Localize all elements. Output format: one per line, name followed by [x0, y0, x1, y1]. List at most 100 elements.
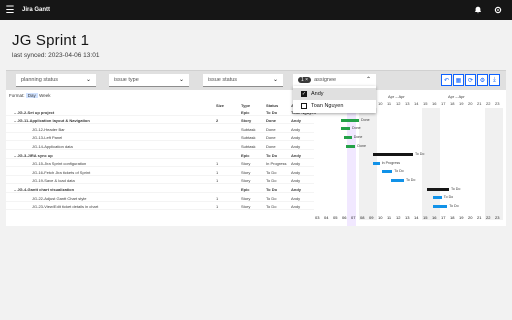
cell-status: To Do — [266, 152, 278, 158]
cell-assignee: Andy — [291, 135, 301, 141]
weekend-shade — [431, 108, 440, 220]
table-row[interactable]: JG-12-Header Bar Subtask Done Andy — [6, 125, 314, 133]
assignee-option-toan-nguyen[interactable]: Toan Nguyen — [293, 100, 376, 112]
timeline-day-label: 15 — [423, 101, 428, 106]
timeline-day-label-bottom: 10 — [378, 215, 383, 220]
table-row[interactable]: – JG-11-Application layout & Navigation 2… — [6, 117, 314, 125]
cell-name: JG-15-Jira Sprint configuration — [32, 161, 87, 167]
undo-icon[interactable]: ↶ — [441, 74, 452, 86]
issue-status-label: issue status — [208, 77, 238, 83]
cell-status: Done — [266, 126, 276, 132]
gantt-bar[interactable] — [432, 196, 442, 200]
planning-status-dropdown[interactable]: planning status ⌄ — [16, 74, 96, 87]
column-header-type[interactable]: Type — [241, 103, 250, 108]
cell-name: – JG-3-JIRA sync up — [14, 152, 53, 158]
table-row[interactable]: JG-13-Left Panel Subtask Done Andy — [6, 134, 314, 142]
timeline-month-label: Apr – Apr — [448, 94, 465, 99]
gantt-bar[interactable] — [372, 161, 380, 165]
column-header-status[interactable]: Status — [266, 103, 278, 108]
table-row[interactable]: JG-23-View/Edit ticket details in chart 1… — [6, 203, 314, 211]
table-row[interactable]: JG-16-Fetch Jira tickets of Sprint 1 Story… — [6, 168, 314, 176]
timeline-day-label-bottom: 14 — [414, 215, 419, 220]
grid-header: Size Type Status Assignee — [6, 101, 314, 108]
weekend-shade — [485, 108, 494, 220]
gantt-bar[interactable] — [343, 136, 352, 139]
sync-icon[interactable]: ⟳ — [465, 74, 476, 86]
format-day-option[interactable]: Day — [25, 93, 38, 98]
cell-size: 1 — [216, 178, 219, 184]
timeline-day-label-bottom: 16 — [432, 215, 437, 220]
table-icon[interactable]: ▦ — [453, 74, 464, 86]
gantt-bar[interactable] — [346, 144, 356, 148]
gantt-bar-label: Done — [361, 117, 370, 122]
column-header-size[interactable]: Size — [216, 103, 224, 108]
cell-assignee: Andy — [291, 195, 301, 201]
gantt-bar[interactable] — [390, 179, 404, 182]
cell-name: JG-12-Header Bar — [32, 126, 65, 132]
timeline-day-label-bottom: 09 — [369, 215, 374, 220]
timeline-day-label: 20 — [468, 101, 473, 106]
settings-icon[interactable]: ⚙ — [477, 74, 488, 86]
checkbox-checked-icon[interactable]: ✓ — [301, 91, 307, 97]
issue-status-dropdown[interactable]: issue status ⌄ — [203, 74, 283, 87]
gantt-bar-label: Done — [357, 143, 366, 148]
cell-assignee: Andy — [291, 169, 301, 175]
table-row[interactable]: JG-22-Adjust Gantt Chart style 1 Story To D… — [6, 194, 314, 202]
cell-assignee: Andy — [291, 118, 301, 124]
app-title: Jira Gantt — [22, 7, 51, 13]
hamburger-menu-icon[interactable]: ☰ — [0, 0, 20, 20]
gantt-bar[interactable] — [432, 204, 448, 208]
gantt-bar[interactable] — [341, 118, 359, 122]
cell-status: To Do — [266, 109, 278, 115]
assignee-option-andy[interactable]: ✓ Andy — [293, 88, 376, 100]
timeline-day-label-bottom: 03 — [315, 215, 320, 220]
table-row[interactable]: JG-15-Jira Sprint configuration 1 Story In … — [6, 160, 314, 168]
checkbox-unchecked-icon[interactable] — [301, 103, 307, 109]
timeline-day-label-bottom: 19 — [459, 215, 464, 220]
cell-status: To Do — [266, 178, 277, 184]
cell-assignee: Andy — [291, 126, 301, 132]
gantt-bar[interactable] — [372, 153, 413, 157]
assignee-menu: ✓ Andy Toan Nguyen — [293, 86, 376, 113]
table-row[interactable]: JG-14-Application data Subtask Done Andy — [6, 142, 314, 150]
table-row[interactable]: JG-19-Save & load data 1 Story To Do Andy — [6, 177, 314, 185]
timeline-day-label-bottom: 15 — [423, 215, 428, 220]
cell-type: Epic — [241, 109, 250, 115]
chevron-down-icon: ⌄ — [178, 77, 184, 83]
table-row[interactable]: – JG-2-Set up projectEpicTo DoToan Nguye… — [6, 108, 316, 116]
weekend-shade — [359, 108, 368, 220]
format-week-option[interactable]: Week — [39, 93, 50, 98]
notification-bell-icon[interactable] — [474, 1, 482, 19]
cell-name: JG-22-Adjust Gantt Chart style — [32, 195, 87, 201]
timeline-day-label-bottom: 04 — [324, 215, 329, 220]
format-switcher: Format: Day Week — [9, 93, 50, 98]
cell-status: To Do — [266, 195, 277, 201]
cell-type: Subtask — [241, 135, 256, 141]
timeline-day-label-bottom: 17 — [441, 215, 446, 220]
timeline-day-label: 22 — [486, 101, 491, 106]
cell-name: – JG-2-Set up project — [14, 109, 55, 115]
gantt-bar[interactable] — [341, 127, 350, 131]
cell-status: In Progress — [266, 161, 287, 167]
clear-filter-icon[interactable]: × — [305, 77, 308, 83]
download-icon[interactable]: ⤓ — [489, 74, 500, 86]
cell-size: 2 — [216, 118, 219, 124]
gantt-bar[interactable] — [381, 170, 393, 174]
gantt-bar-label: To Do — [443, 195, 454, 200]
assignee-filter-count-badge[interactable]: 1 × — [298, 77, 312, 83]
issue-type-dropdown[interactable]: issue type ⌄ — [109, 74, 189, 87]
timeline-day-label-bottom: 12 — [396, 215, 401, 220]
cell-status: Done — [266, 118, 276, 124]
gantt-bar[interactable] — [426, 187, 449, 191]
weekend-shade — [494, 108, 503, 220]
timeline-day-label: 10 — [378, 101, 383, 106]
cell-status: To Do — [266, 186, 278, 192]
timeline-day-label: 13 — [405, 101, 410, 106]
settings-gear-icon[interactable] — [494, 1, 502, 19]
cell-size: 1 — [216, 204, 219, 210]
cell-assignee: Andy — [291, 161, 301, 167]
table-row[interactable]: – JG-4-Gantt chart visualization Epic To D… — [6, 185, 314, 193]
table-row[interactable]: – JG-3-JIRA sync up Epic To Do Andy — [6, 151, 314, 159]
timeline-day-label: 12 — [396, 101, 401, 106]
timeline-day-label-bottom: 18 — [450, 215, 455, 220]
